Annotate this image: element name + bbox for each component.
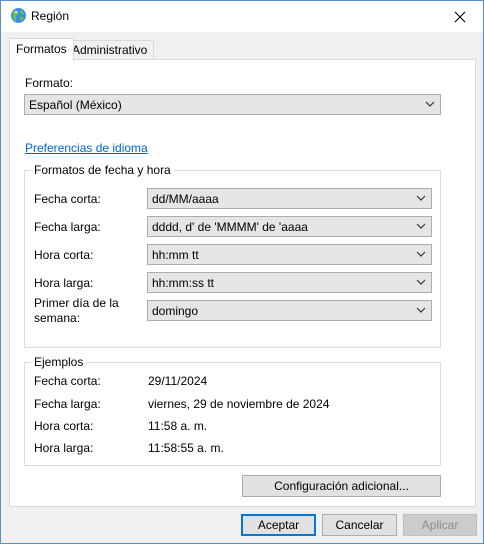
cancel-button[interactable]: Cancelar — [322, 514, 397, 536]
example-long-date-value: viernes, 29 de noviembre de 2024 — [148, 397, 330, 411]
long-time-value: hh:mm:ss tt — [152, 276, 215, 290]
tab-formatos[interactable]: Formatos — [9, 38, 74, 61]
short-time-label: Hora corta: — [34, 248, 94, 262]
chevron-down-icon — [416, 195, 426, 201]
long-date-label: Fecha larga: — [34, 220, 101, 234]
close-button[interactable] — [437, 1, 483, 32]
datetime-group-title: Formatos de fecha y hora — [31, 163, 174, 177]
first-day-label-line2: semana: — [34, 311, 81, 325]
title-bar[interactable]: Región — [1, 1, 483, 32]
example-long-time-value: 11:58:55 a. m. — [148, 441, 224, 455]
long-time-select[interactable]: hh:mm:ss tt — [147, 272, 432, 293]
first-day-value: domingo — [152, 304, 199, 318]
additional-settings-button[interactable]: Configuración adicional... — [242, 475, 441, 497]
format-label: Formato: — [25, 76, 74, 90]
tab-administrativo[interactable]: Administrativo — [65, 40, 155, 60]
close-icon — [454, 11, 466, 22]
long-time-label: Hora larga: — [34, 276, 94, 290]
apply-button[interactable]: Aplicar — [403, 514, 477, 536]
example-long-time-label: Hora larga: — [34, 441, 94, 455]
ok-button[interactable]: Aceptar — [241, 514, 316, 536]
example-long-date-label: Fecha larga: — [34, 397, 101, 411]
example-short-time-label: Hora corta: — [34, 419, 94, 433]
format-value: Español (México) — [29, 98, 122, 112]
short-date-value: dd/MM/aaaa — [152, 192, 219, 206]
short-time-value: hh:mm tt — [152, 248, 199, 262]
first-day-label-line1: Primer día de la — [34, 296, 119, 310]
chevron-down-icon — [416, 279, 426, 285]
chevron-down-icon — [416, 251, 426, 257]
chevron-down-icon — [416, 307, 426, 313]
chevron-down-icon — [416, 223, 426, 229]
long-date-select[interactable]: dddd, d' de 'MMMM' de 'aaaa — [147, 216, 432, 237]
examples-group-title: Ejemplos — [31, 355, 87, 369]
example-short-date-label: Fecha corta: — [34, 374, 101, 388]
format-select[interactable]: Español (México) — [24, 94, 441, 115]
formats-panel: Formato: Español (México) Preferencias d… — [9, 59, 476, 507]
window-title: Región — [31, 9, 70, 23]
long-date-value: dddd, d' de 'MMMM' de 'aaaa — [152, 220, 308, 234]
chevron-down-icon — [425, 101, 435, 107]
examples-group: Ejemplos Fecha corta: 29/11/2024 Fecha l… — [24, 355, 441, 466]
region-dialog: Región Formatos Administrativo Formato: … — [0, 0, 484, 544]
datetime-formats-group: Formatos de fecha y hora Fecha corta: dd… — [24, 163, 441, 348]
short-time-select[interactable]: hh:mm tt — [147, 244, 432, 265]
language-preferences-link[interactable]: Preferencias de idioma — [25, 141, 148, 155]
example-short-time-value: 11:58 a. m. — [148, 419, 208, 433]
first-day-select[interactable]: domingo — [147, 300, 432, 321]
example-short-date-value: 29/11/2024 — [148, 374, 208, 388]
short-date-select[interactable]: dd/MM/aaaa — [147, 188, 432, 209]
globe-icon — [11, 8, 26, 23]
short-date-label: Fecha corta: — [34, 192, 101, 206]
